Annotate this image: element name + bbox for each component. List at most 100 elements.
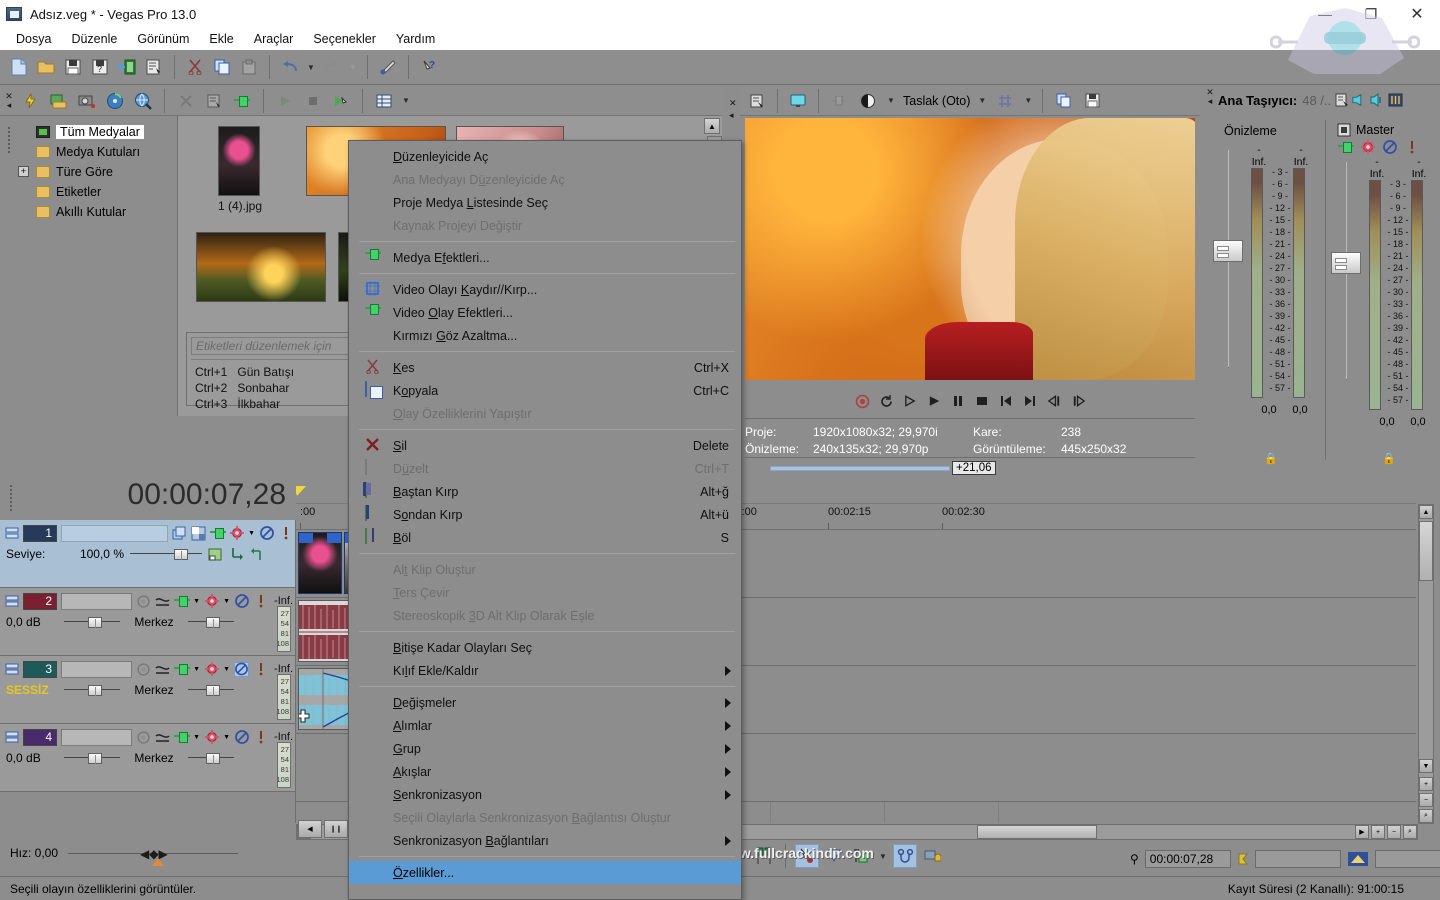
track-volume[interactable]: 0,0 dB (6, 751, 58, 765)
open-project-icon[interactable] (33, 54, 59, 80)
track-minimize-icon[interactable] (4, 594, 19, 609)
properties-icon[interactable] (141, 54, 167, 80)
stop-icon[interactable] (975, 394, 990, 409)
track-number[interactable]: 1 (23, 525, 57, 542)
split-screen-dropdown-icon[interactable]: ▼ (884, 88, 898, 114)
next-frame-icon[interactable] (1071, 394, 1086, 409)
invert-phase-icon[interactable] (155, 662, 170, 677)
automation-dropdown-icon[interactable]: ▼ (223, 666, 230, 673)
menu-item-değişmeler[interactable]: Değişmeler (349, 691, 741, 714)
menu-item-alımlar[interactable]: Alımlar (349, 714, 741, 737)
collapse-thumbnails-button[interactable]: ▲ (704, 118, 720, 134)
media-play-icon[interactable] (272, 88, 298, 114)
bin-item-tags[interactable]: Etiketler (0, 182, 177, 202)
whats-this-icon[interactable]: ? (416, 54, 442, 80)
pause-icon[interactable] (951, 394, 966, 409)
track-fx-icon[interactable] (1338, 139, 1353, 154)
track-fx-icon[interactable] (174, 730, 189, 745)
track-header-audio-3[interactable]: 3 ▼ ▼ -Inf. SESSİZ (0, 656, 295, 724)
project-properties-icon[interactable]: ? (87, 54, 113, 80)
mixer-close-icon[interactable]: ✕◂ (1204, 88, 1216, 106)
menu-item-medya-efektleri[interactable]: Medya Efektleri... (349, 246, 741, 269)
mute-icon[interactable] (234, 730, 249, 745)
track-volume[interactable]: SESSİZ (6, 683, 58, 697)
zoom-vertical-tool-button[interactable]: ⌕ (1419, 809, 1433, 823)
scroll-down-button[interactable]: ▼ (1419, 759, 1433, 773)
menu-item-bitişe-kadar-olayları-seç[interactable]: Bitişe Kadar Olayları Seç (349, 636, 741, 659)
menu-item-senkronizasyon[interactable]: Senkronizasyon (349, 783, 741, 806)
track-fx-icon[interactable] (210, 526, 225, 541)
event-context-menu[interactable]: Düzenleyicide AçAna Medyayı Düzenleyicid… (348, 140, 742, 900)
preview-on-external-monitor-icon[interactable] (785, 88, 811, 114)
media-fx-icon[interactable] (229, 88, 255, 114)
arm-record-icon[interactable] (136, 594, 151, 609)
track-number[interactable]: 2 (23, 593, 57, 610)
track-header-audio-2[interactable]: 2 ▼ ▼ -Inf. 0,0 dB (0, 588, 295, 656)
menu-dosya[interactable]: Dosya (8, 30, 59, 48)
automation-settings-icon[interactable] (229, 526, 244, 541)
rate-slider[interactable]: ◀◆▶ (68, 845, 238, 861)
menu-item-kılıf-eklekaldır[interactable]: Kılıf Ekle/Kaldır (349, 659, 741, 682)
loop-playback-icon[interactable] (879, 394, 894, 409)
track-name-field[interactable] (61, 525, 168, 542)
redo-icon[interactable] (319, 54, 345, 80)
overlays-icon[interactable] (992, 88, 1018, 114)
menu-item-sil[interactable]: SilDelete (349, 434, 741, 457)
bin-item-media-bins[interactable]: Medya Kutuları (0, 142, 177, 162)
preview-video-display[interactable] (745, 118, 1195, 380)
menu-item-akışlar[interactable]: Akışlar (349, 760, 741, 783)
track-pan[interactable]: Merkez (126, 751, 182, 765)
menu-item-proje-medya-listesinde-seç[interactable]: Proje Medya Listesinde Seç (349, 191, 741, 214)
solo-icon[interactable] (253, 662, 268, 677)
play-icon[interactable] (927, 394, 942, 409)
fx-dropdown-icon[interactable]: ▼ (193, 666, 200, 673)
new-project-icon[interactable] (6, 54, 32, 80)
paste-icon[interactable] (236, 54, 262, 80)
track-header-audio-4[interactable]: 4 ▼ ▼ -Inf. 0,0 dB (0, 724, 295, 792)
copy-snapshot-to-clipboard-icon[interactable] (1050, 88, 1076, 114)
views-icon[interactable] (371, 88, 397, 114)
menu-item-sondan-kırp[interactable]: Sondan KırpAlt+ü (349, 503, 741, 526)
views-dropdown-icon[interactable]: ▼ (399, 88, 413, 114)
import-media-icon[interactable] (18, 88, 44, 114)
fader-knob[interactable] (1331, 252, 1361, 274)
solo-icon[interactable] (278, 526, 293, 541)
track-header-video-1[interactable]: 1 ▼ Seviye: 100,0 % (0, 520, 295, 588)
dim-output-icon[interactable] (1352, 93, 1367, 108)
step-back-button[interactable]: ◀ (298, 820, 322, 838)
track-pan[interactable]: Merkez (126, 683, 182, 697)
preview-progress[interactable]: +21,06 (745, 460, 1195, 476)
solo-icon[interactable] (253, 730, 268, 745)
menu-item-senkronizasyon-bağlantıları[interactable]: Senkronizasyon Bağlantıları (349, 829, 741, 852)
timeline-grip[interactable] (6, 482, 16, 511)
enable-snapping-icon[interactable] (375, 54, 401, 80)
mute-all-icon[interactable] (1370, 93, 1385, 108)
play-from-start-icon[interactable] (903, 394, 918, 409)
mixing-console-icon[interactable] (1388, 93, 1403, 108)
undo-dropdown-icon[interactable]: ▼ (304, 54, 318, 80)
menu-araclar[interactable]: Araçlar (246, 30, 302, 48)
mute-icon[interactable] (259, 526, 274, 541)
loop-region-field[interactable] (1375, 850, 1440, 868)
timeline-clip[interactable] (298, 532, 342, 594)
zoom-tool-button[interactable]: ⌕ (1403, 825, 1417, 839)
save-snapshot-to-file-icon[interactable] (1079, 88, 1105, 114)
track-name-field[interactable] (61, 593, 132, 610)
menu-item-düzenleyicide-aç[interactable]: Düzenleyicide Aç (349, 145, 741, 168)
cut-icon[interactable] (182, 54, 208, 80)
lock-envelopes-to-events-icon[interactable] (920, 844, 944, 868)
event-pan-crop-handle[interactable] (298, 709, 311, 725)
menu-gorunum[interactable]: Görünüm (129, 30, 197, 48)
zoom-out-vertical-button[interactable]: − (1419, 793, 1433, 807)
track-number[interactable]: 4 (23, 729, 57, 746)
menu-item-özellikler[interactable]: Özellikler... (349, 861, 741, 884)
media-thumbnail[interactable]: 1 (4).jpg (218, 126, 262, 213)
fader-lock-icon[interactable]: 🔒 (1382, 452, 1396, 465)
auto-preview-icon[interactable] (328, 88, 354, 114)
quality-dropdown-icon[interactable]: ▼ (975, 88, 989, 114)
fx-dropdown-icon[interactable]: ▼ (193, 598, 200, 605)
level-slider[interactable] (130, 549, 202, 559)
media-properties-icon[interactable] (201, 88, 227, 114)
fx-dropdown-icon[interactable]: ▼ (193, 734, 200, 741)
scroll-thumb[interactable] (977, 825, 1097, 839)
